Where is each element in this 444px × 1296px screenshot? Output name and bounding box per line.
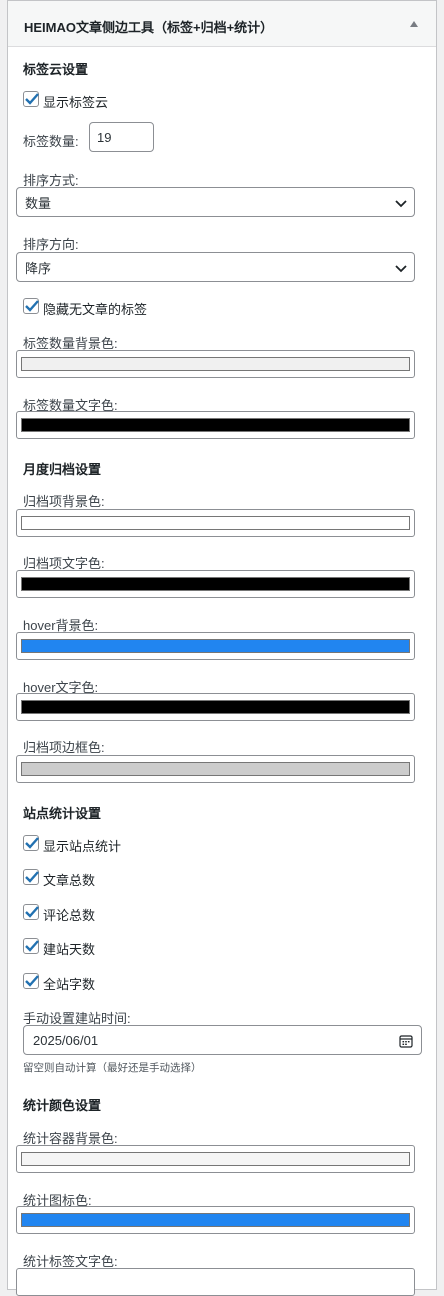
archive-section-title: 月度归档设置 — [23, 462, 102, 477]
sort-by-value: 数量 — [25, 195, 52, 211]
panel-header: HEIMAO文章侧边工具（标签+归档+统计） — [8, 1, 436, 47]
tag-count-bg-swatch — [21, 357, 410, 371]
stats-colors-section-title: 统计颜色设置 — [23, 1098, 102, 1113]
show-tag-cloud-checkbox[interactable] — [23, 91, 39, 107]
site-days-label: 建站天数 — [43, 942, 96, 957]
hover-bg-swatch — [21, 639, 410, 653]
tag-count-text-swatch — [21, 418, 410, 432]
post-total-label: 文章总数 — [43, 873, 96, 888]
archive-item-bg-label: 归档项背景色: — [23, 494, 105, 509]
sort-by-select[interactable]: 数量 — [16, 187, 415, 217]
site-days-checkbox[interactable] — [23, 938, 39, 954]
sort-direction-label: 排序方向: — [23, 237, 79, 252]
archive-item-bg-swatch — [21, 516, 410, 530]
tag-count-text-color-input[interactable] — [16, 411, 415, 439]
stats-icon-color-swatch — [21, 1213, 410, 1227]
tag-count-input[interactable]: 19 — [89, 122, 154, 152]
hide-empty-tags-label: 隐藏无文章的标签 — [43, 302, 148, 317]
post-total-checkbox[interactable] — [23, 869, 39, 885]
checkmark-icon — [25, 300, 39, 312]
hover-bg-color-input[interactable] — [16, 632, 415, 660]
show-stats-checkbox[interactable] — [23, 835, 39, 851]
archive-item-bg-color-input[interactable] — [16, 509, 415, 537]
start-date-hint: 留空则自动计算（最好还是手动选择） — [23, 1062, 202, 1074]
stats-label-text-color-input[interactable] — [16, 1268, 415, 1296]
show-stats-label: 显示站点统计 — [43, 839, 122, 854]
tag-count-label: 标签数量: — [23, 134, 79, 149]
stats-container-bg-swatch — [21, 1152, 410, 1166]
checkmark-icon — [25, 975, 39, 987]
archive-border-label: 归档项边框色: — [23, 740, 105, 755]
archive-item-text-swatch — [21, 577, 410, 591]
chevron-down-icon — [395, 265, 407, 273]
comment-total-checkbox[interactable] — [23, 904, 39, 920]
checkmark-icon — [25, 837, 39, 849]
collapse-toggle-button[interactable] — [402, 12, 426, 36]
checkmark-icon — [25, 940, 39, 952]
sort-direction-value: 降序 — [25, 260, 52, 276]
stats-section-title: 站点统计设置 — [23, 806, 102, 821]
checkmark-icon — [25, 906, 39, 918]
tag-count-bg-color-input[interactable] — [16, 350, 415, 378]
comment-total-label: 评论总数 — [43, 908, 96, 923]
start-date-value: 2025/06/01 — [33, 1032, 99, 1048]
hover-text-color-input[interactable] — [16, 693, 415, 721]
checkmark-icon — [25, 871, 39, 883]
hover-text-swatch — [21, 700, 410, 714]
start-date-input[interactable]: 2025/06/01 — [23, 1025, 422, 1055]
calendar-icon — [399, 1035, 413, 1048]
archive-border-swatch — [21, 762, 410, 776]
tag-cloud-section-title: 标签云设置 — [23, 62, 89, 77]
panel-title: HEIMAO文章侧边工具（标签+归档+统计） — [24, 20, 274, 35]
hide-empty-tags-checkbox[interactable] — [23, 298, 39, 314]
show-tag-cloud-label: 显示标签云 — [43, 95, 109, 110]
sort-direction-select[interactable]: 降序 — [16, 252, 415, 282]
triangle-up-icon — [410, 21, 418, 27]
chevron-down-icon — [395, 200, 407, 208]
stats-container-bg-color-input[interactable] — [16, 1145, 415, 1173]
archive-item-text-color-input[interactable] — [16, 570, 415, 598]
archive-border-color-input[interactable] — [16, 755, 415, 783]
stats-icon-color-input[interactable] — [16, 1206, 415, 1234]
word-total-label: 全站字数 — [43, 977, 96, 992]
word-total-checkbox[interactable] — [23, 973, 39, 989]
checkmark-icon — [25, 93, 39, 105]
